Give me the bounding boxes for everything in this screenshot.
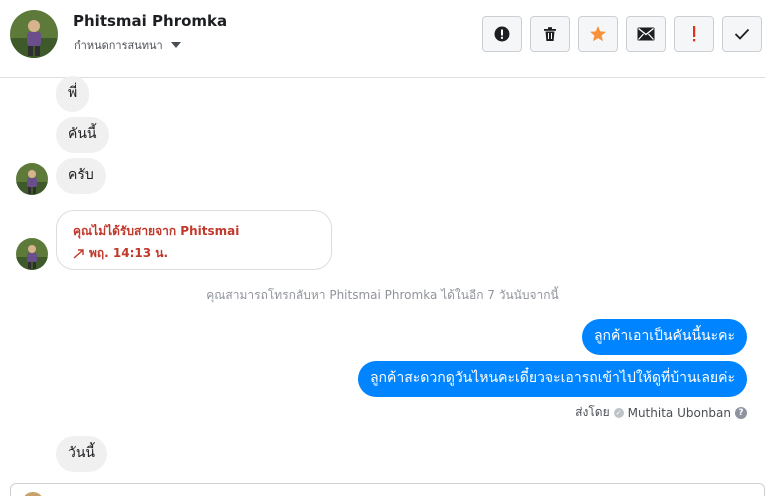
caret-down-icon (170, 42, 181, 48)
star-button[interactable] (578, 16, 618, 52)
missed-call-icon (73, 248, 84, 259)
mark-done-button[interactable] (722, 16, 762, 52)
incoming-message[interactable]: วันนี้ (56, 436, 108, 472)
sender-avatar[interactable] (16, 163, 48, 195)
incoming-message[interactable]: พี่ (56, 76, 90, 112)
conversation-schedule-label: กำหนดการสนทนา (74, 39, 163, 52)
callback-notice: คุณสามารถโทรกลับหา Phitsmai Phromka ได้ใ… (206, 288, 559, 302)
star-icon (590, 26, 606, 42)
check-icon (734, 28, 750, 40)
outgoing-message[interactable]: ลูกค้าสะดวกดูวันไหนคะเดี๋ยวจะเอารถเข้าไป… (357, 361, 747, 397)
contact-name[interactable]: Phitsmai Phromka (73, 12, 227, 30)
mark-spam-button[interactable] (482, 16, 522, 52)
missed-call-time: พฤ. 14:13 น. (73, 244, 168, 263)
incoming-message[interactable]: คันนี้ (56, 117, 109, 153)
mark-unread-button[interactable] (626, 16, 666, 52)
missed-call-title: คุณไม่ได้รับสายจาก Phitsmai (73, 224, 240, 238)
flag-button[interactable] (674, 16, 714, 52)
conversation-schedule-dropdown[interactable]: กำหนดการสนทนา (74, 36, 181, 54)
alert-circle-icon (494, 26, 510, 42)
sender-avatar[interactable] (16, 238, 48, 270)
contact-avatar[interactable] (10, 10, 58, 58)
help-icon[interactable]: ? (735, 406, 747, 419)
verified-icon: ✓ (613, 407, 624, 418)
conversation-toolbar (482, 16, 762, 52)
exclamation-icon (693, 26, 696, 42)
missed-call-card[interactable]: คุณไม่ได้รับสายจาก Phitsmai พฤ. 14:13 น. (56, 210, 332, 270)
sent-by-prefix: ส่งโดย (575, 405, 610, 419)
incoming-message[interactable]: ครับ (56, 158, 106, 194)
missed-call-time-text: พฤ. 14:13 น. (89, 246, 169, 260)
sent-by-line: ส่งโดย ✓ Muthita Ubonban ? (575, 403, 747, 422)
conversation-header: Phitsmai Phromka กำหนดการสนทนา (0, 0, 765, 78)
sent-by-name: Muthita Ubonban (627, 405, 731, 420)
message-composer[interactable] (10, 483, 765, 496)
delete-button[interactable] (530, 16, 570, 52)
trash-icon (544, 27, 556, 41)
envelope-icon (637, 27, 655, 41)
outgoing-message[interactable]: ลูกค้าเอาเป็นคันนี้นะคะ (581, 319, 747, 355)
